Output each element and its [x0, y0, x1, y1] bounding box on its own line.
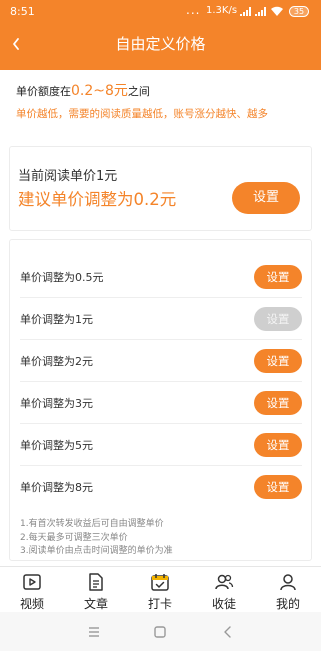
- battery-icon: 35: [289, 6, 309, 17]
- tab-label: 打卡: [147, 597, 172, 611]
- set-price-5-button[interactable]: 设置: [254, 433, 302, 457]
- page-title: 自由定义价格: [115, 35, 206, 53]
- range-value: 0.2~8元: [71, 83, 128, 99]
- price-option-row: 单价调整为2元 设置: [20, 340, 302, 382]
- apprentice-icon: [215, 574, 234, 590]
- menu-icon[interactable]: [82, 620, 106, 644]
- price-options-card: 单价调整为0.5元 设置 单价调整为1元 设置 单价调整为2元 设置 单价调整为…: [9, 239, 312, 561]
- set-price-8-button[interactable]: 设置: [254, 475, 302, 499]
- title-bar: 自由定义价格: [0, 24, 321, 64]
- price-option-row: 单价调整为0.5元 设置: [20, 256, 302, 298]
- profile-icon: [280, 574, 296, 591]
- bottom-tab-bar: 视频 文章 打卡 收徒 我的: [0, 566, 321, 612]
- rule-note: 1.有首次转发收益后可自由调整单价: [20, 519, 164, 529]
- rule-note: 3.阅读单价由点击时间调整的单价为准: [20, 546, 173, 556]
- wifi-icon: [271, 6, 283, 16]
- set-price-0-5-button[interactable]: 设置: [254, 265, 302, 289]
- range-prefix: 单价额度在: [16, 85, 71, 98]
- signal-icon: [240, 7, 251, 16]
- chevron-left-icon: [13, 38, 19, 50]
- signal-icon-2: [255, 7, 266, 16]
- rule-note: 2.每天最多可调整三次单价: [20, 532, 128, 543]
- back-button[interactable]: [0, 24, 40, 64]
- price-option-label: 单价调整为0.5元: [20, 271, 104, 284]
- tab-label: 文章: [83, 597, 108, 611]
- price-option-label: 单价调整为3元: [20, 397, 93, 410]
- tab-profile[interactable]: 我的: [256, 567, 320, 613]
- price-option-row: 单价调整为3元 设置: [20, 382, 302, 424]
- price-option-label: 单价调整为1元: [20, 313, 93, 326]
- tab-label: 我的: [275, 597, 300, 611]
- status-dots: ...: [186, 3, 201, 17]
- app-header: 8:51 ... 1.3K/s 35 自由定义价格: [0, 0, 321, 70]
- current-price-label: 当前阅读单价1元: [18, 169, 118, 184]
- price-option-label: 单价调整为5元: [20, 439, 93, 452]
- tab-label: 视频: [19, 597, 44, 611]
- home-icon[interactable]: [148, 620, 172, 644]
- rules-notes: 1.有首次转发收益后可自由调整单价 2.每天最多可调整三次单价 3.阅读单价由点…: [20, 518, 173, 559]
- system-nav-bar: [0, 612, 321, 651]
- range-suffix: 之间: [127, 85, 150, 98]
- price-option-row: 单价调整为5元 设置: [20, 424, 302, 466]
- set-price-2-button[interactable]: 设置: [254, 349, 302, 373]
- suggested-price-label: 建议单价调整为0.2元: [18, 190, 177, 209]
- tab-label: 收徒: [211, 597, 236, 611]
- price-option-label: 单价调整为2元: [20, 355, 93, 368]
- set-suggested-button[interactable]: 设置: [232, 182, 300, 214]
- status-bar: 8:51 ... 1.3K/s 35: [0, 0, 321, 24]
- price-range-info: 单价额度在0.2~8元之间: [16, 80, 150, 100]
- network-speed: 1.3K/s: [206, 5, 238, 16]
- tab-article[interactable]: 文章: [64, 567, 128, 613]
- price-hint: 单价越低，需要的阅读质量越低，账号涨分越快、越多: [16, 108, 268, 120]
- status-time: 8:51: [10, 5, 35, 18]
- set-price-3-button[interactable]: 设置: [254, 391, 302, 415]
- price-option-row: 单价调整为8元 设置: [20, 466, 302, 508]
- current-price-card: 当前阅读单价1元 建议单价调整为0.2元 设置: [9, 146, 312, 231]
- price-option-label: 单价调整为8元: [20, 481, 93, 494]
- tab-checkin[interactable]: 打卡: [128, 567, 192, 613]
- calendar-check-icon: [151, 574, 169, 591]
- set-price-1-button[interactable]: 设置: [254, 307, 302, 331]
- video-icon: [23, 574, 41, 590]
- tab-apprentice[interactable]: 收徒: [192, 567, 256, 613]
- back-nav-icon[interactable]: [216, 620, 240, 644]
- article-icon: [89, 573, 103, 591]
- tab-video[interactable]: 视频: [0, 567, 64, 613]
- price-option-row: 单价调整为1元 设置: [20, 298, 302, 340]
